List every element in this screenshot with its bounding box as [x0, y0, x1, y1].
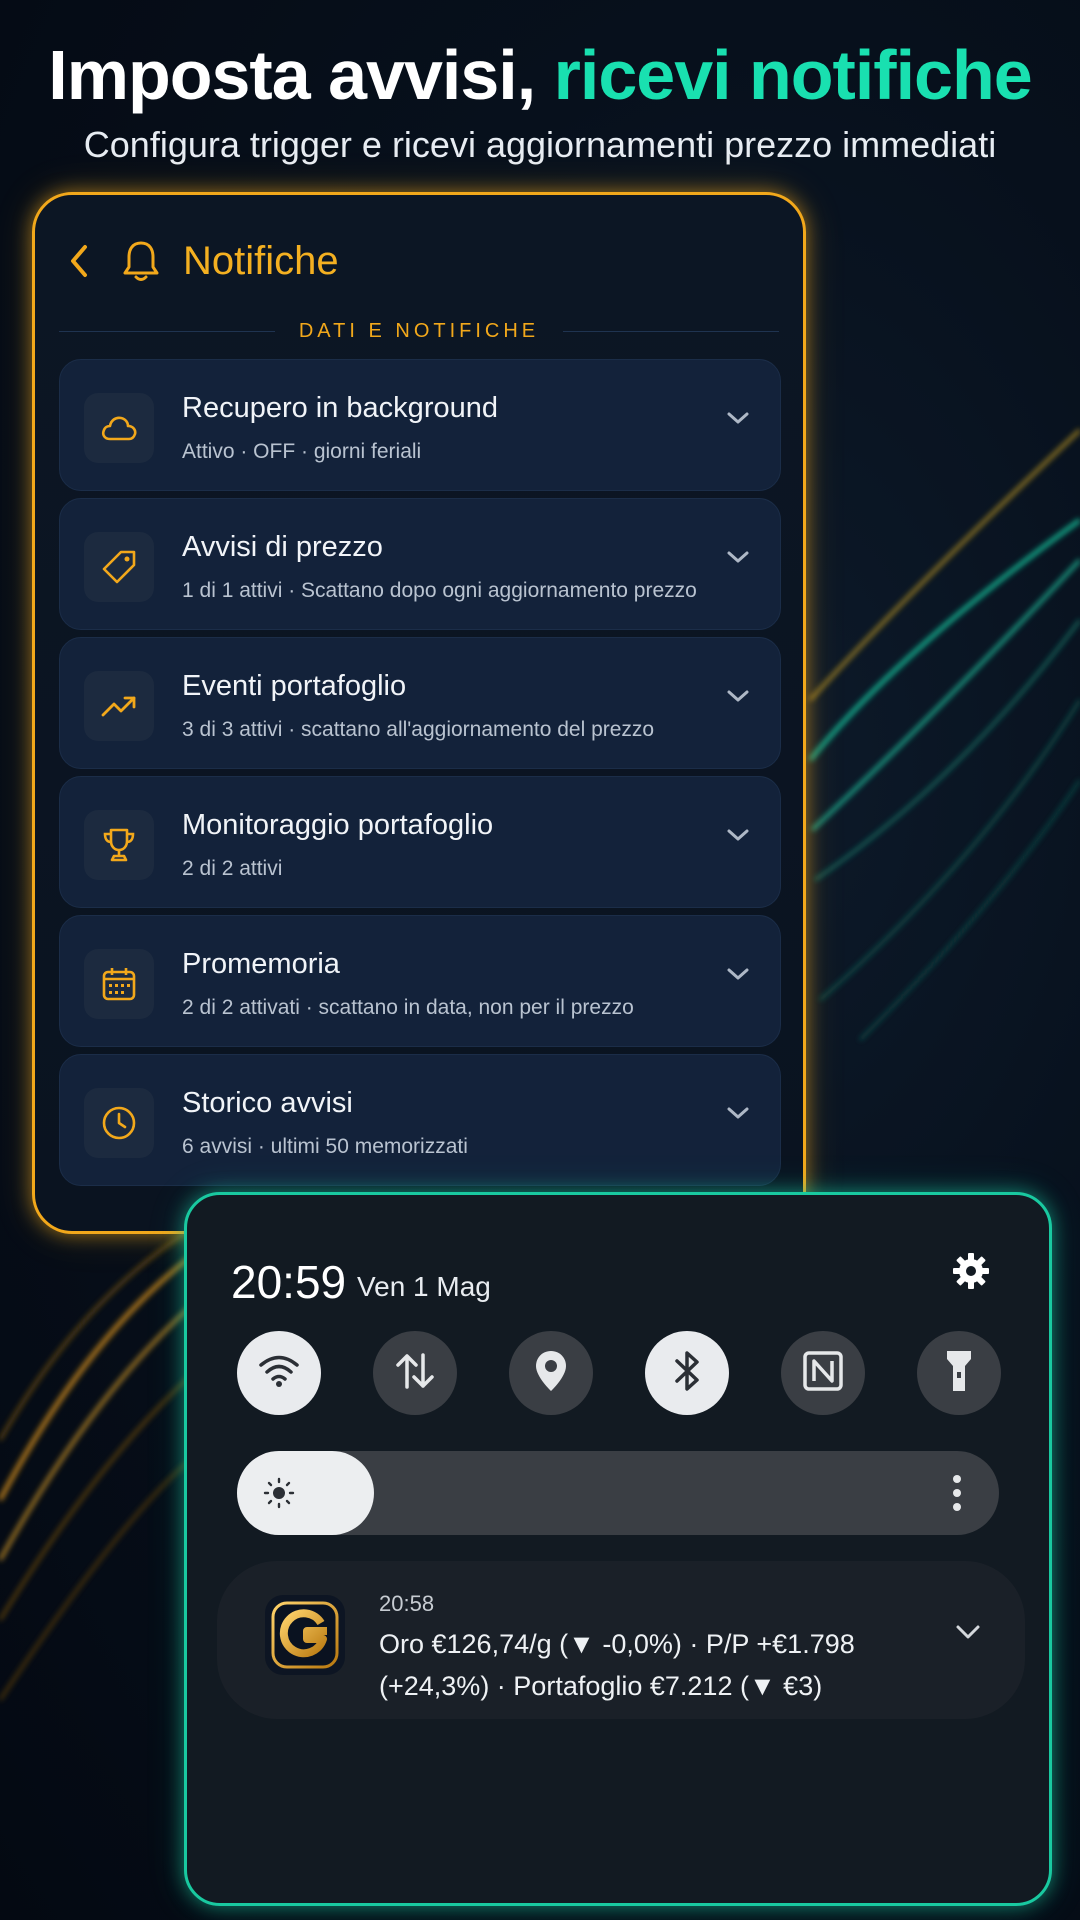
status-date: Ven 1 Mag: [357, 1271, 491, 1302]
status-clock: 20:59: [231, 1256, 347, 1308]
chevron-down-icon[interactable]: [726, 688, 750, 709]
cloud-icon: [84, 393, 154, 463]
chevron-down-icon[interactable]: [726, 410, 750, 431]
notifications-settings-card: Notifiche DATI E NOTIFICHE Recupero in b…: [32, 192, 806, 1234]
settings-row-price-alerts[interactable]: Avvisi di prezzo 1 di 1 attivi · Scattan…: [59, 498, 781, 630]
row-title: Eventi portafoglio: [182, 670, 407, 702]
chevron-down-icon[interactable]: [726, 549, 750, 570]
row-title: Monitoraggio portafoglio: [182, 809, 494, 841]
bluetooth-toggle[interactable]: [645, 1331, 729, 1415]
chevron-down-icon[interactable]: [955, 1623, 981, 1646]
row-subtitle: 1 di 1 attivi · Scattano dopo ogni aggio…: [182, 579, 697, 602]
trophy-icon: [84, 810, 154, 880]
brightness-fill: [237, 1451, 374, 1535]
row-subtitle: 2 di 2 attivi: [182, 857, 283, 880]
trending-up-icon: [84, 671, 154, 741]
more-options-icon[interactable]: [951, 1473, 963, 1518]
row-subtitle: 3 di 3 attivi · scattano all'aggiornamen…: [182, 718, 655, 741]
settings-row-alert-history[interactable]: Storico avvisi 6 avvisi · ultimi 50 memo…: [59, 1054, 781, 1186]
row-subtitle: 2 di 2 attivati · scattano in data, non …: [182, 996, 634, 1019]
back-arrow-icon[interactable]: [67, 243, 91, 279]
card-header: Notifiche: [67, 231, 339, 291]
calendar-icon: [84, 949, 154, 1019]
hero: Imposta avvisi, ricevi notifiche Configu…: [0, 30, 1080, 170]
section-header: DATI E NOTIFICHE: [59, 319, 779, 343]
nfc-icon: [802, 1350, 844, 1397]
quick-settings-panel: 20:59 Ven 1 Mag 20:58 Oro €126,74/g (▼ -…: [184, 1192, 1052, 1906]
notification-time: 20:58: [379, 1591, 435, 1616]
section-label: DATI E NOTIFICHE: [298, 319, 540, 342]
bluetooth-icon: [672, 1349, 702, 1398]
page-title: Notifiche: [183, 238, 339, 283]
settings-row-background-fetch[interactable]: Recupero in background Attivo · OFF · gi…: [59, 359, 781, 491]
chevron-down-icon[interactable]: [726, 966, 750, 987]
hero-subtitle: Configura trigger e ricevi aggiornamenti…: [83, 124, 997, 165]
chevron-down-icon[interactable]: [726, 827, 750, 848]
tag-icon: [84, 532, 154, 602]
hero-title-part1: Imposta avvisi,: [48, 36, 554, 114]
notification-text: Oro €126,74/g (▼ -0,0%) · P/P +€1.798 (+…: [379, 1629, 855, 1701]
brightness-slider[interactable]: [237, 1451, 999, 1535]
notification-card[interactable]: 20:58 Oro €126,74/g (▼ -0,0%) · P/P +€1.…: [217, 1561, 1025, 1719]
settings-row-portfolio-events[interactable]: Eventi portafoglio 3 di 3 attivi · scatt…: [59, 637, 781, 769]
row-title: Recupero in background: [182, 392, 498, 424]
section-divider: [59, 330, 275, 332]
location-icon: [533, 1349, 569, 1398]
wifi-icon: [257, 1353, 301, 1394]
section-divider: [563, 330, 779, 332]
row-subtitle: Attivo · OFF · giorni feriali: [182, 440, 422, 463]
row-subtitle: 6 avvisi · ultimi 50 memorizzati: [182, 1135, 468, 1158]
settings-row-portfolio-monitoring[interactable]: Monitoraggio portafoglio 2 di 2 attivi: [59, 776, 781, 908]
sun-icon: [263, 1477, 295, 1514]
flashlight-toggle[interactable]: [917, 1331, 1001, 1415]
gear-icon[interactable]: [951, 1251, 991, 1296]
flashlight-icon: [944, 1348, 974, 1399]
row-title: Promemoria: [182, 948, 340, 980]
settings-row-reminders[interactable]: Promemoria 2 di 2 attivati · scattano in…: [59, 915, 781, 1047]
clock-icon: [84, 1088, 154, 1158]
nfc-toggle[interactable]: [781, 1331, 865, 1415]
row-title: Storico avvisi: [182, 1087, 353, 1119]
hero-title-part2: ricevi notifiche: [553, 36, 1033, 114]
chevron-down-icon[interactable]: [726, 1105, 750, 1126]
location-toggle[interactable]: [509, 1331, 593, 1415]
mobile-data-toggle[interactable]: [373, 1331, 457, 1415]
app-logo-icon: [265, 1595, 345, 1675]
bell-icon: [121, 239, 161, 283]
row-title: Avvisi di prezzo: [182, 531, 383, 563]
wifi-toggle[interactable]: [237, 1331, 321, 1415]
data-transfer-icon: [393, 1351, 437, 1396]
hero-title: Imposta avvisi, ricevi notifiche: [0, 30, 1080, 120]
